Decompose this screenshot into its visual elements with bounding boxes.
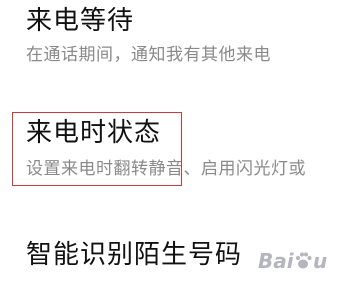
setting-title: 来电等待 [26, 6, 135, 36]
setting-subtitle: 设置来电时翻转静音、启用闪光灯或 [26, 159, 306, 179]
svg-text:Bai: Bai [258, 249, 295, 273]
svg-text:u: u [313, 249, 327, 273]
setting-call-waiting[interactable]: 来电等待 在通话期间，通知我有其他来电 [26, 0, 350, 80]
setting-incoming-call-state[interactable]: 来电时状态 设置来电时翻转静音、启用闪光灯或 [26, 112, 350, 192]
setting-title: 来电时状态 [26, 118, 162, 148]
baidu-logo-icon: Bai u [258, 249, 327, 273]
baidu-watermark: Bai u [258, 249, 344, 278]
setting-subtitle: 在通话期间，通知我有其他来电 [26, 45, 271, 65]
baidu-logo: Bai u [258, 249, 344, 278]
setting-title: 智能识别陌生号码 [26, 240, 243, 270]
